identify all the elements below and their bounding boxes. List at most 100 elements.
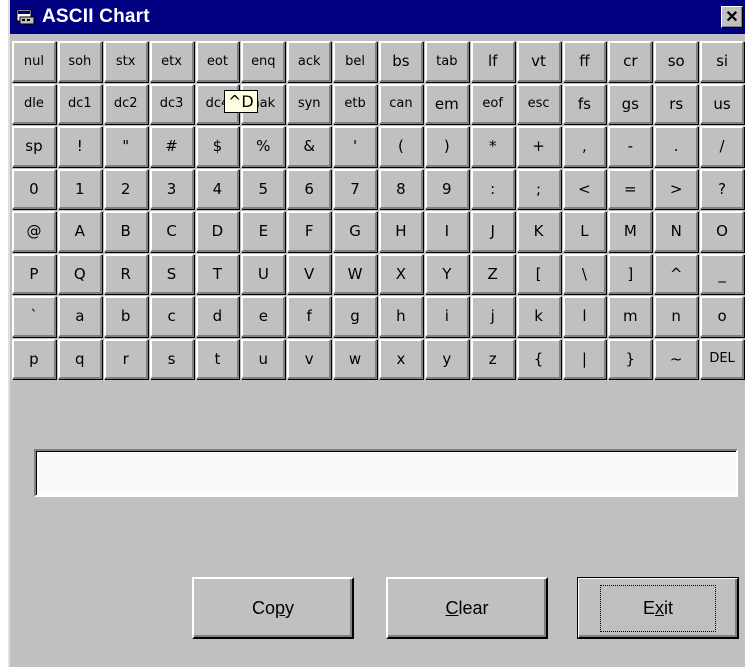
ascii-key[interactable]: R	[103, 253, 148, 294]
exit-button[interactable]: Ex it	[577, 577, 739, 639]
ascii-key[interactable]: r	[103, 338, 148, 379]
ascii-key[interactable]: dc1	[57, 83, 102, 124]
ascii-key[interactable]: k	[516, 296, 561, 337]
ascii-key[interactable]: soh	[57, 41, 102, 82]
ascii-key[interactable]: }	[608, 338, 653, 379]
ascii-key[interactable]: w	[333, 338, 377, 379]
ascii-key[interactable]: _	[700, 253, 744, 294]
ascii-key[interactable]: bel	[333, 41, 377, 82]
ascii-key[interactable]: "	[103, 126, 148, 167]
ascii-key[interactable]: esc	[516, 83, 561, 124]
ascii-key[interactable]: s	[149, 338, 194, 379]
ascii-key[interactable]: tab	[424, 41, 469, 82]
ascii-key[interactable]: si	[700, 41, 744, 82]
ascii-key[interactable]: m	[608, 296, 653, 337]
ascii-key[interactable]: enq	[241, 41, 286, 82]
output-field[interactable]	[34, 449, 738, 497]
ascii-key[interactable]: 3	[149, 168, 194, 209]
ascii-key[interactable]: U	[241, 253, 286, 294]
ascii-key[interactable]: gs	[608, 83, 653, 124]
ascii-key[interactable]: T	[195, 253, 240, 294]
ascii-key[interactable]: n	[654, 296, 699, 337]
ascii-key[interactable]: +	[516, 126, 561, 167]
ascii-key[interactable]: *	[470, 126, 515, 167]
ascii-key[interactable]: (	[379, 126, 423, 167]
ascii-key[interactable]: C	[149, 211, 194, 252]
ascii-key[interactable]: )	[424, 126, 469, 167]
ascii-key[interactable]: I	[424, 211, 469, 252]
ascii-key[interactable]: dle	[12, 83, 56, 124]
ascii-key[interactable]: y	[424, 338, 469, 379]
ascii-key[interactable]: .	[654, 126, 699, 167]
ascii-key[interactable]: ~	[654, 338, 699, 379]
ascii-key[interactable]: g	[333, 296, 377, 337]
ascii-key[interactable]: #	[149, 126, 194, 167]
ascii-key[interactable]: dc2	[103, 83, 148, 124]
ascii-key[interactable]: x	[379, 338, 423, 379]
ascii-key[interactable]: em	[424, 83, 469, 124]
ascii-key[interactable]: 5	[241, 168, 286, 209]
ascii-key[interactable]: 4	[195, 168, 240, 209]
ascii-key[interactable]: {	[516, 338, 561, 379]
ascii-key[interactable]: rs	[654, 83, 699, 124]
ascii-key[interactable]: X	[379, 253, 423, 294]
ascii-key[interactable]: N	[654, 211, 699, 252]
ascii-key[interactable]: P	[12, 253, 56, 294]
ascii-key[interactable]: |	[562, 338, 607, 379]
ascii-key[interactable]: etx	[149, 41, 194, 82]
ascii-key[interactable]: eot	[195, 41, 240, 82]
ascii-key[interactable]: a	[57, 296, 102, 337]
ascii-key[interactable]: 1	[57, 168, 102, 209]
ascii-key[interactable]: ^	[654, 253, 699, 294]
ascii-key[interactable]: dc3	[149, 83, 194, 124]
ascii-key[interactable]: V	[287, 253, 332, 294]
ascii-key[interactable]: q	[57, 338, 102, 379]
ascii-key[interactable]: 9	[424, 168, 469, 209]
ascii-key[interactable]: ack	[287, 41, 332, 82]
ascii-key[interactable]: @	[12, 211, 56, 252]
ascii-key[interactable]: e	[241, 296, 286, 337]
ascii-key[interactable]: '	[333, 126, 377, 167]
ascii-key[interactable]: 0	[12, 168, 56, 209]
ascii-key[interactable]: :	[470, 168, 515, 209]
ascii-key[interactable]: l	[562, 296, 607, 337]
ascii-key[interactable]: us	[700, 83, 744, 124]
ascii-key[interactable]: [	[516, 253, 561, 294]
ascii-key[interactable]: 2	[103, 168, 148, 209]
ascii-key[interactable]: D	[195, 211, 240, 252]
ascii-key[interactable]: stx	[103, 41, 148, 82]
ascii-key[interactable]: so	[654, 41, 699, 82]
ascii-key[interactable]: $	[195, 126, 240, 167]
ascii-key[interactable]: !	[57, 126, 102, 167]
ascii-key[interactable]: sp	[12, 126, 56, 167]
ascii-key[interactable]: L	[562, 211, 607, 252]
ascii-key[interactable]: F	[287, 211, 332, 252]
ascii-key[interactable]: &	[287, 126, 332, 167]
ascii-key[interactable]: J	[470, 211, 515, 252]
ascii-key[interactable]: v	[287, 338, 332, 379]
ascii-key[interactable]: 7	[333, 168, 377, 209]
ascii-key[interactable]: -	[608, 126, 653, 167]
ascii-key[interactable]: c	[149, 296, 194, 337]
ascii-key[interactable]: ,	[562, 126, 607, 167]
close-button[interactable]: ✕	[721, 6, 743, 28]
ascii-key[interactable]: DEL	[700, 338, 744, 379]
ascii-key[interactable]: `	[12, 296, 56, 337]
ascii-key[interactable]: K	[516, 211, 561, 252]
ascii-key[interactable]: bs	[379, 41, 423, 82]
ascii-key[interactable]: vt	[516, 41, 561, 82]
ascii-key[interactable]: Y	[424, 253, 469, 294]
ascii-key[interactable]: ?	[700, 168, 744, 209]
ascii-key[interactable]: Z	[470, 253, 515, 294]
ascii-key[interactable]: cr	[608, 41, 653, 82]
ascii-key[interactable]: ff	[562, 41, 607, 82]
ascii-key[interactable]: z	[470, 338, 515, 379]
ascii-key[interactable]: syn	[287, 83, 332, 124]
ascii-key[interactable]: S	[149, 253, 194, 294]
ascii-key[interactable]: O	[700, 211, 744, 252]
ascii-key[interactable]: \	[562, 253, 607, 294]
ascii-key[interactable]: 6	[287, 168, 332, 209]
ascii-key[interactable]: d	[195, 296, 240, 337]
ascii-key[interactable]: Q	[57, 253, 102, 294]
ascii-key[interactable]: etb	[333, 83, 377, 124]
